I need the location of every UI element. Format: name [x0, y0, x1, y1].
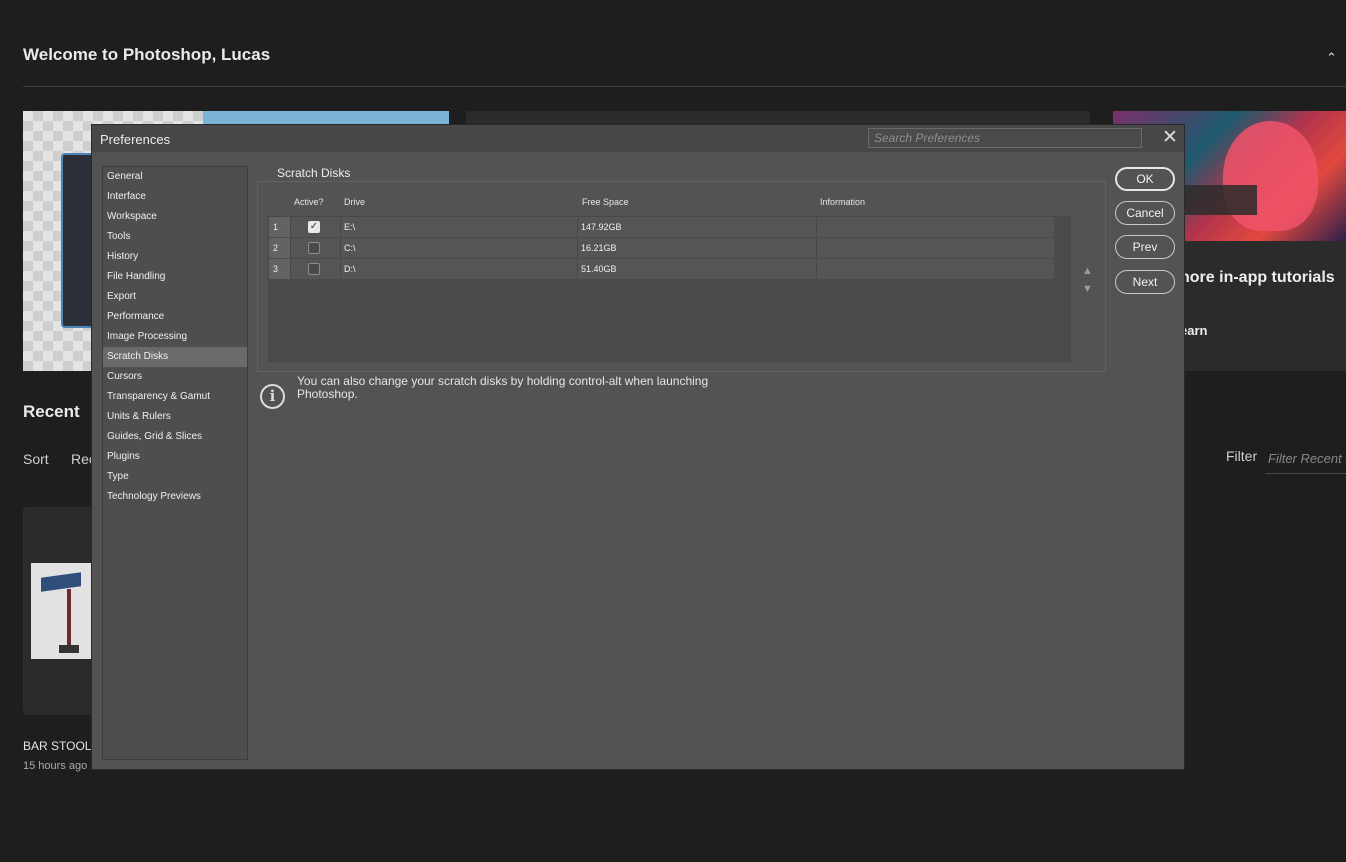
dialog-title: Preferences [100, 132, 171, 147]
scratch-disk-table: 1 ✓ E:\ 147.92GB 2 C:\ 16.21GB 3 D:\ 51.… [268, 216, 1071, 362]
sort-label: Sort [23, 451, 49, 467]
nav-item-performance[interactable]: Performance [103, 307, 247, 327]
active-checkbox[interactable]: ✓ [308, 221, 320, 233]
information-cell [816, 259, 1054, 279]
nav-item-plugins[interactable]: Plugins [103, 447, 247, 467]
active-cell [290, 238, 340, 258]
tutorial-title: nore in-app tutorials [1180, 269, 1335, 286]
active-checkbox[interactable] [308, 242, 320, 254]
nav-item-technology-previews[interactable]: Technology Previews [103, 487, 247, 507]
active-checkbox[interactable] [308, 263, 320, 275]
column-active: Active? [294, 197, 324, 207]
row-number: 1 [269, 217, 290, 237]
recent-file-name[interactable]: BAR STOOL [23, 739, 91, 753]
recent-heading: Recent [23, 402, 80, 421]
nav-item-transparency-gamut[interactable]: Transparency & Gamut [103, 387, 247, 407]
nav-item-guides-grid-slices[interactable]: Guides, Grid & Slices [103, 427, 247, 447]
move-up-icon[interactable]: ▲ [1082, 265, 1093, 277]
section-title: Scratch Disks [273, 166, 355, 180]
cancel-button[interactable]: Cancel [1115, 201, 1175, 225]
close-icon[interactable]: ✕ [1160, 128, 1180, 148]
active-cell: ✓ [290, 217, 340, 237]
table-row[interactable]: 1 ✓ E:\ 147.92GB [269, 217, 1054, 238]
drive-cell: D:\ [340, 259, 577, 279]
nav-item-export[interactable]: Export [103, 287, 247, 307]
welcome-title: Welcome to Photoshop, Lucas [23, 45, 271, 64]
info-note: You can also change your scratch disks b… [297, 374, 709, 401]
nav-item-workspace[interactable]: Workspace [103, 207, 247, 227]
divider [23, 86, 1346, 87]
next-button[interactable]: Next [1115, 270, 1175, 294]
row-number: 3 [269, 259, 290, 279]
free-space-cell: 147.92GB [577, 217, 816, 237]
recent-file-time: 15 hours ago [23, 760, 88, 772]
chevron-up-icon[interactable]: ⌃ [1326, 50, 1337, 66]
move-down-icon[interactable]: ▼ [1082, 283, 1093, 295]
nav-item-scratch-disks[interactable]: Scratch Disks [103, 347, 247, 367]
filter-recent-input[interactable] [1265, 444, 1346, 474]
nav-item-tools[interactable]: Tools [103, 227, 247, 247]
thumbnail-base [59, 645, 79, 653]
information-cell [816, 238, 1054, 258]
thumbnail-leg [67, 589, 71, 647]
filter-label: Filter [1226, 448, 1258, 464]
dialog-header: Preferences ✕ [92, 125, 1184, 152]
column-free-space: Free Space [582, 197, 629, 207]
preferences-nav-list: General Interface Workspace Tools Histor… [102, 166, 248, 760]
card-image-layers-panel [1185, 185, 1257, 215]
nav-item-image-processing[interactable]: Image Processing [103, 327, 247, 347]
column-information: Information [820, 197, 866, 207]
nav-item-units-rulers[interactable]: Units & Rulers [103, 407, 247, 427]
nav-item-history[interactable]: History [103, 247, 247, 267]
ok-button[interactable]: OK [1115, 167, 1175, 191]
free-space-cell: 16.21GB [577, 238, 816, 258]
info-icon: i [260, 384, 285, 409]
nav-item-general[interactable]: General [103, 167, 247, 187]
prev-button[interactable]: Prev [1115, 235, 1175, 259]
table-row[interactable]: 3 D:\ 51.40GB [269, 259, 1054, 280]
nav-item-interface[interactable]: Interface [103, 187, 247, 207]
nav-item-file-handling[interactable]: File Handling [103, 267, 247, 287]
table-row[interactable]: 2 C:\ 16.21GB [269, 238, 1054, 259]
nav-item-type[interactable]: Type [103, 467, 247, 487]
column-drive: Drive [344, 197, 366, 207]
row-number: 2 [269, 238, 290, 258]
drive-cell: E:\ [340, 217, 577, 237]
free-space-cell: 51.40GB [577, 259, 816, 279]
active-cell [290, 259, 340, 279]
information-cell [816, 217, 1054, 237]
search-preferences-input[interactable] [868, 128, 1142, 148]
nav-item-cursors[interactable]: Cursors [103, 367, 247, 387]
preferences-dialog: Preferences ✕ General Interface Workspac… [91, 124, 1185, 770]
drive-cell: C:\ [340, 238, 577, 258]
